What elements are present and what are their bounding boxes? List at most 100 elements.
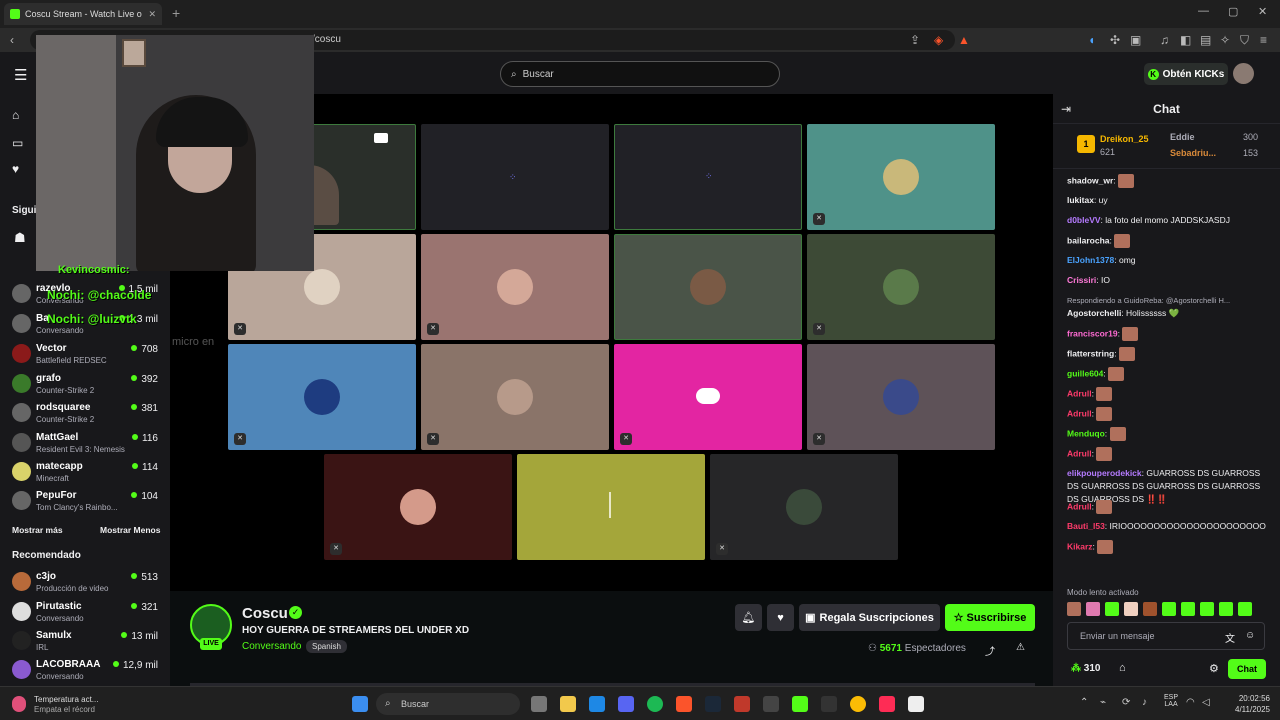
chat-message[interactable]: Adrull: [1067,387,1273,401]
volume-icon[interactable]: ◁ [1202,697,1210,708]
extension-icon[interactable]: ◖ [1088,33,1095,47]
chat-username[interactable]: d0bleVV [1067,215,1101,225]
chat-message[interactable]: Adrull: [1067,407,1273,421]
following-icon[interactable]: ☗ [14,230,26,246]
chat-message[interactable]: bailarocha: [1067,234,1273,248]
language-tag[interactable]: Spanish [306,640,347,653]
chat-username[interactable]: Kikarz [1067,541,1093,551]
back-icon[interactable]: ‹ [10,33,14,47]
chat-message[interactable]: Menduqo: [1067,427,1273,441]
chat-username[interactable]: bailarocha [1067,235,1110,245]
voicemeeter-icon[interactable] [734,696,750,712]
channel-name[interactable]: Coscu [242,605,288,622]
emote-icon[interactable] [1124,602,1138,616]
wallet-icon[interactable]: ▤ [1200,33,1211,47]
music-icon[interactable]: ♫ [1160,33,1169,47]
sidebar-channel[interactable]: c3jo Producción de video 513 [8,569,166,597]
subscribe-button[interactable]: ☆ Suscribirse [945,604,1035,631]
chat-message[interactable]: Adrull: [1067,447,1273,461]
channel-points[interactable]: ⁂ 310 [1071,663,1100,674]
emote-icon[interactable] [1086,602,1100,616]
minimize-icon[interactable]: — [1198,5,1209,17]
windows-start-icon[interactable] [352,696,368,712]
chat-username[interactable]: franciscor19 [1067,328,1118,338]
home-icon[interactable]: ⌂ [12,108,19,122]
chat-username[interactable]: Adrull [1067,388,1092,398]
clock-time[interactable]: 20:02:56 [1226,694,1270,703]
sidebar-channel[interactable]: rodsquaree Counter-Strike 2 381 [8,400,166,428]
close-window-icon[interactable]: ✕ [1258,5,1267,18]
brave-icon[interactable] [676,696,692,712]
mic-icon[interactable]: ♪ [1142,697,1147,708]
kick-icon[interactable] [792,696,808,712]
browser-tab[interactable]: Coscu Stream - Watch Live o ✕ [4,3,162,25]
sidebar-channel[interactable]: matecapp Minecraft 114 [8,459,166,487]
sidebar-channel[interactable]: LACOBRAAA Conversando 12,9 mil [8,657,166,685]
chat-username[interactable]: ElJohn1378 [1067,255,1114,265]
new-tab-button[interactable]: + [172,5,180,21]
sidebar-toggle-icon[interactable]: ◧ [1180,33,1191,47]
chat-username[interactable]: Adrull [1067,408,1092,418]
ai-icon[interactable]: ✧ [1220,33,1230,47]
chat-message[interactable]: guille604: [1067,367,1273,381]
emote-icon[interactable] [1162,602,1176,616]
chat-message[interactable]: ElJohn1378: omg [1067,254,1273,267]
gift-subs-button[interactable]: ▣ Regala Suscripciones [799,604,940,631]
brave-shield-icon[interactable]: ◈ [934,33,943,47]
task-view-icon[interactable] [531,696,547,712]
follow-heart-icon[interactable]: ♥ [767,604,794,631]
screenshot-icon[interactable]: ▣ [1130,33,1141,47]
sidebar-channel[interactable]: Pirutastic Conversando 321 [8,599,166,627]
chat-input[interactable]: Enviar un mensaje [1067,622,1265,650]
emote-icon[interactable] [1143,602,1157,616]
chrome-icon[interactable] [850,696,866,712]
show-less-button[interactable]: Mostrar Menos [100,525,160,535]
show-more-button[interactable]: Mostrar más [12,525,63,535]
browse-icon[interactable]: ▭ [12,136,23,150]
send-chat-button[interactable]: Chat [1228,659,1266,679]
discord-icon[interactable] [618,696,634,712]
taskbar-search[interactable]: Buscar [376,693,520,715]
spotify-icon[interactable] [647,696,663,712]
chat-message[interactable]: franciscor19: [1067,327,1273,341]
sidebar-channel[interactable]: Vector Battlefield REDSEC 708 [8,341,166,369]
chat-message[interactable]: Crissiri: IO [1067,274,1273,287]
file-explorer-icon[interactable] [560,696,576,712]
chat-username[interactable]: guille604 [1067,368,1103,378]
close-tab-icon[interactable]: ✕ [148,9,156,20]
emote-icon[interactable] [1181,602,1195,616]
sidebar-channel[interactable]: PepuFor Tom Clancy's Rainbo... 104 [8,488,166,516]
chat-settings-gear-icon[interactable]: ⚙ [1209,662,1219,675]
chat-username[interactable]: lukitax [1067,195,1094,205]
translate-icon[interactable]: 文 [1225,630,1235,645]
emote-icon[interactable] [1238,602,1252,616]
clock-date[interactable]: 4/11/2025 [1220,705,1270,714]
epic-games-icon[interactable] [821,696,837,712]
search-input[interactable]: ⌕ Buscar [500,61,780,87]
weather-icon[interactable] [12,696,26,712]
store-icon[interactable]: ⌂ [1119,662,1126,674]
emoji-icon[interactable]: ☺ [1245,630,1255,641]
notifications-bell-icon[interactable]: 🔔︎ [735,604,762,631]
hamburger-menu-icon[interactable]: ☰ [14,66,27,84]
chat-message[interactable]: Agostorchelli: Holissssss 💚 [1067,307,1273,320]
chat-username[interactable]: Menduqo [1067,428,1105,438]
report-icon[interactable]: ⚠ [1016,642,1025,653]
chat-message[interactable]: Adrull: [1067,500,1273,514]
chat-username[interactable]: flatterstring [1067,348,1114,358]
steam-icon[interactable] [705,696,721,712]
chat-message[interactable]: lukitax: uy [1067,194,1273,207]
puzzle-icon[interactable]: ✣ [1110,33,1120,47]
chat-message[interactable]: flatterstring: [1067,347,1273,361]
network-icon[interactable]: ⌁ [1100,697,1106,708]
emote-icon[interactable] [1200,602,1214,616]
input-language[interactable]: ESP LAA [1164,694,1178,708]
chat-message[interactable]: Bauti_l53: IRIOOOOOOOOOOOOOOOOOOOOOO [1067,520,1273,533]
menu-icon[interactable]: ≡ [1260,33,1267,47]
chat-message[interactable]: shadow_wr: [1067,174,1273,188]
chat-username[interactable]: Agostorchelli [1067,308,1121,318]
chat-username[interactable]: Adrull [1067,448,1092,458]
sync-icon[interactable]: ⟳ [1122,697,1130,708]
chat-username[interactable]: Adrull [1067,501,1092,511]
tiktok-icon[interactable] [879,696,895,712]
